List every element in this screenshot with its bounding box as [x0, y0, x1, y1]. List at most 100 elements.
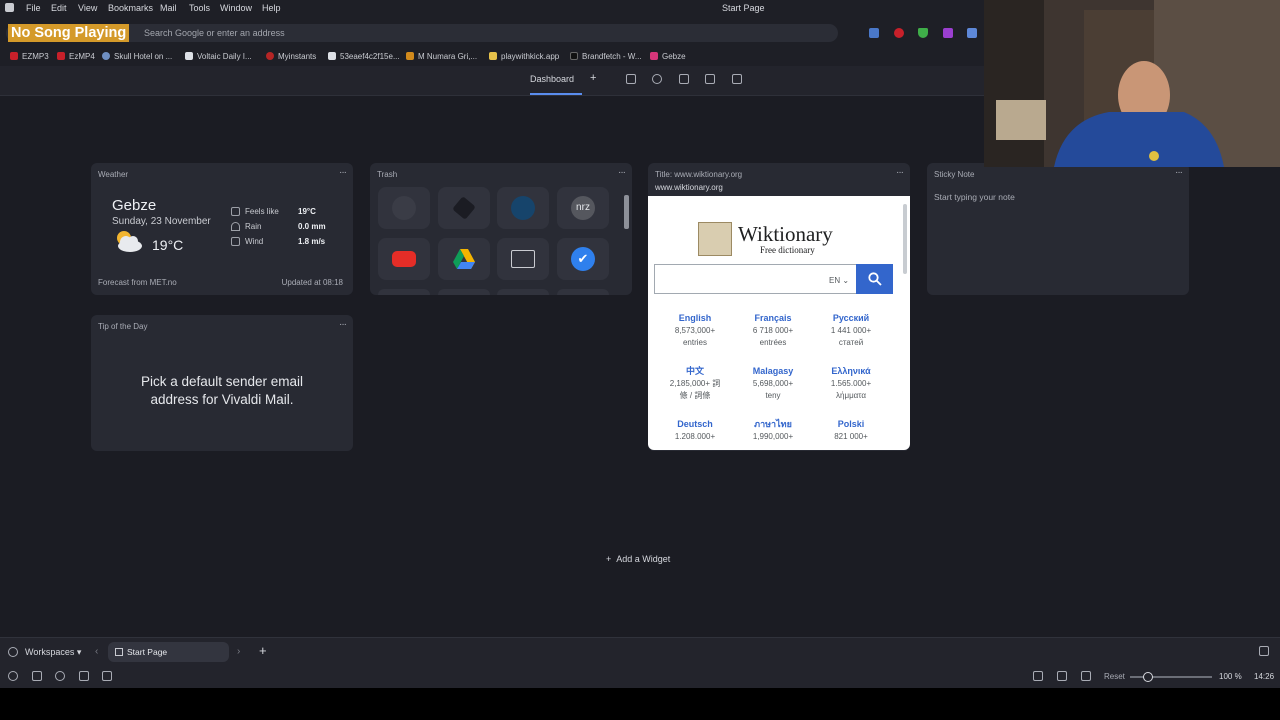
bookmark-favicon-icon: [266, 52, 274, 60]
record-extension-icon[interactable]: [894, 28, 904, 38]
language-link[interactable]: Français 6 718 000+ entrées: [734, 311, 812, 349]
bookmark-favicon-icon: [489, 52, 497, 60]
add-widget-button[interactable]: + Add a Widget: [606, 554, 670, 564]
tab-start-page[interactable]: Start Page: [108, 642, 229, 662]
wiktionary-search-button[interactable]: [856, 264, 893, 294]
bookmark-item[interactable]: Voltaic Daily I...: [185, 52, 252, 61]
weather-temperature: 19°C: [152, 237, 184, 253]
widget-menu-icon[interactable]: ···: [1175, 167, 1183, 178]
language-link[interactable]: Polski 821 000+: [812, 417, 890, 443]
tab-dashboard[interactable]: Dashboard: [530, 74, 574, 84]
menu-help[interactable]: Help: [262, 3, 281, 13]
language-select[interactable]: EN ⌄: [829, 276, 849, 285]
tile-partial[interactable]: [557, 289, 609, 295]
mail-icon[interactable]: [732, 74, 742, 84]
page-actions-icon[interactable]: [1081, 671, 1091, 681]
tile-drive[interactable]: [438, 238, 490, 280]
menu-file[interactable]: File: [26, 3, 41, 13]
partly-cloudy-icon: [117, 231, 142, 252]
tile-partial[interactable]: [378, 289, 430, 295]
widget-menu-icon[interactable]: ···: [896, 167, 904, 178]
settings-gear-icon[interactable]: [8, 671, 18, 681]
bookmark-item[interactable]: M Numara Gri,...: [406, 52, 477, 61]
language-link[interactable]: Ελληνικά 1.565.000+ λήμματα: [812, 364, 890, 402]
mail-status-icon[interactable]: [79, 671, 89, 681]
bookmark-item[interactable]: playwithkick.app: [489, 52, 559, 61]
bookmark-item[interactable]: 53eaef4c2f15e...: [328, 52, 400, 61]
sticky-note-input[interactable]: Start typing your note: [934, 192, 1015, 202]
menu-mail[interactable]: Mail: [160, 3, 177, 13]
search-icon: [868, 272, 882, 286]
new-tab-button[interactable]: +: [259, 643, 267, 658]
widget-menu-icon[interactable]: ···: [339, 319, 347, 330]
tile-check[interactable]: ✔: [557, 238, 609, 280]
widget-title: Tip of the Day: [98, 322, 148, 331]
check-icon: ✔: [571, 247, 595, 271]
active-tab-indicator: [530, 93, 582, 95]
menu-bookmarks[interactable]: Bookmarks: [108, 3, 153, 13]
workspaces-button[interactable]: Workspaces ▾: [25, 647, 81, 658]
notes-icon[interactable]: [679, 74, 689, 84]
menu-edit[interactable]: Edit: [51, 3, 67, 13]
panel-toggle-icon[interactable]: [32, 671, 42, 681]
chevron-right-icon[interactable]: ›: [237, 646, 240, 657]
bookmark-item[interactable]: Gebze: [650, 52, 686, 61]
language-link[interactable]: ภาษาไทย 1,990,000+: [734, 417, 812, 443]
language-link[interactable]: Deutsch 1.208.000+: [656, 417, 734, 443]
thermometer-icon: [231, 207, 240, 216]
menu-view[interactable]: View: [78, 3, 97, 13]
zoom-reset-button[interactable]: Reset: [1104, 672, 1125, 681]
language-link[interactable]: Русский 1 441 000+ статей: [812, 311, 890, 349]
menu-tools[interactable]: Tools: [189, 3, 210, 13]
steam-icon: [511, 196, 535, 220]
bookmark-panel-icon[interactable]: [626, 74, 636, 84]
tile-brush[interactable]: [438, 187, 490, 229]
scrollbar-thumb[interactable]: [624, 195, 629, 229]
puzzle-extension-icon[interactable]: [943, 28, 953, 38]
window-extension-icon[interactable]: [967, 28, 977, 38]
language-link[interactable]: Malagasy 5,698,000+ teny: [734, 364, 812, 402]
tile-folder[interactable]: [497, 238, 549, 280]
history-icon[interactable]: [652, 74, 662, 84]
wind-flag-icon: [231, 237, 240, 246]
vivaldi-logo-icon[interactable]: [5, 3, 14, 12]
bookmark-item[interactable]: Brandfetch - W...: [570, 52, 642, 61]
shield-extension-icon[interactable]: [918, 28, 928, 38]
widget-url: www.wiktionary.org: [655, 183, 723, 192]
wiktionary-search-input[interactable]: EN ⌄: [654, 264, 856, 294]
bookmark-item[interactable]: EZMP3: [10, 52, 49, 61]
brush-icon: [452, 196, 476, 220]
address-field[interactable]: Search Google or enter an address: [6, 24, 838, 42]
translate-extension-icon[interactable]: [869, 28, 879, 38]
tile-partial[interactable]: [438, 289, 490, 295]
calendar-status-icon[interactable]: [102, 671, 112, 681]
umbrella-icon: [231, 222, 240, 231]
tile-youtube[interactable]: [378, 238, 430, 280]
tile-partial[interactable]: [497, 289, 549, 295]
bookmark-item[interactable]: Myinstants: [266, 52, 316, 61]
bookmark-item[interactable]: Skull Hotel on ...: [102, 52, 172, 61]
calendar-icon[interactable]: [705, 74, 715, 84]
chevron-left-icon[interactable]: ‹: [95, 646, 98, 657]
tile-github[interactable]: [378, 187, 430, 229]
sync-cloud-icon[interactable]: [55, 671, 65, 681]
weather-date: Sunday, 23 November: [112, 216, 211, 227]
tile-nrz[interactable]: nrz: [557, 187, 609, 229]
menu-window[interactable]: Window: [220, 3, 252, 13]
bookmark-item[interactable]: EzMP4: [57, 52, 95, 61]
zoom-slider-handle[interactable]: [1143, 672, 1153, 682]
window-title: Start Page: [722, 3, 765, 13]
download-check-icon[interactable]: [1259, 646, 1269, 656]
capture-icon[interactable]: [1033, 671, 1043, 681]
language-link[interactable]: 中文 2,185,000+ 詞條 / 詞條: [656, 364, 734, 402]
weather-city: Gebze: [112, 197, 157, 214]
widget-menu-icon[interactable]: ···: [339, 167, 347, 178]
tiling-icon[interactable]: [1057, 671, 1067, 681]
now-playing-overlay: No Song Playing: [8, 24, 130, 42]
tile-steam[interactable]: [497, 187, 549, 229]
add-dashboard-button[interactable]: +: [590, 72, 596, 84]
language-link[interactable]: English 8,573,000+ entries: [656, 311, 734, 349]
zoom-slider[interactable]: [1130, 672, 1212, 682]
widget-menu-icon[interactable]: ···: [618, 167, 626, 178]
scrollbar-thumb[interactable]: [903, 204, 907, 274]
